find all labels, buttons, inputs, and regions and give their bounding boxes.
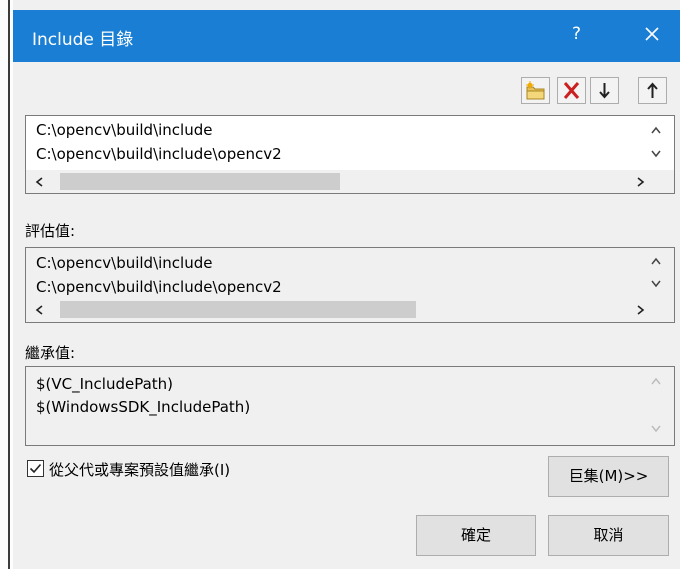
move-up-icon (647, 82, 658, 98)
chevron-up-icon (651, 257, 661, 265)
new-line-button[interactable] (521, 77, 550, 104)
close-button[interactable] (641, 22, 663, 46)
ok-button[interactable]: 確定 (416, 515, 536, 556)
chevron-down-icon (651, 150, 661, 158)
chevron-right-icon (637, 305, 645, 315)
close-icon (645, 27, 659, 41)
move-down-button[interactable] (590, 77, 619, 104)
scroll-thumb[interactable] (60, 173, 340, 190)
inherited-label: 繼承值: (25, 344, 76, 362)
scroll-down-arrow[interactable] (648, 276, 664, 292)
inherited-list: $(VC_IncludePath) $(WindowsSDK_IncludePa… (25, 366, 675, 446)
include-directories-dialog: Include 目錄 ? C:\opencv\build\include C:\… (13, 0, 680, 569)
chevron-right-icon (637, 177, 645, 187)
list-item: C:\opencv\build\include\opencv2 (36, 278, 282, 296)
new-folder-icon (526, 81, 545, 100)
help-button[interactable]: ? (572, 24, 581, 44)
scroll-down-arrow (648, 421, 664, 437)
background-window-edge (0, 0, 13, 569)
chevron-left-icon (35, 305, 43, 315)
scroll-up-arrow (648, 373, 664, 389)
scroll-thumb[interactable] (60, 301, 416, 318)
inherit-checkbox-label[interactable]: 從父代或專案預設值繼承(I) (49, 459, 230, 480)
dialog-title: Include 目錄 (32, 30, 134, 50)
list-item: $(VC_IncludePath) (36, 375, 174, 393)
move-up-button[interactable] (638, 77, 667, 104)
cancel-button[interactable]: 取消 (548, 515, 669, 556)
delete-icon (563, 82, 580, 99)
macros-button[interactable]: 巨集(M)>> (548, 456, 669, 497)
list-item[interactable]: C:\opencv\build\include (36, 121, 212, 139)
directory-edit-list[interactable]: C:\opencv\build\include C:\opencv\build\… (25, 115, 675, 194)
chevron-left-icon (35, 177, 43, 187)
chevron-down-icon (651, 425, 661, 433)
horizontal-scrollbar[interactable] (26, 298, 674, 321)
chevron-up-icon (651, 377, 661, 385)
scroll-up-arrow[interactable] (648, 122, 664, 138)
delete-line-button[interactable] (557, 77, 586, 104)
list-item: C:\opencv\build\include (36, 254, 213, 272)
evaluated-label: 評估值: (25, 222, 76, 240)
move-down-icon (599, 83, 610, 99)
scroll-up-arrow[interactable] (648, 253, 664, 269)
evaluated-list: C:\opencv\build\include C:\opencv\build\… (25, 247, 675, 323)
chevron-down-icon (651, 280, 661, 288)
title-bar: Include 目錄 ? (13, 10, 680, 62)
list-item[interactable]: C:\opencv\build\include\opencv2 (36, 145, 282, 163)
chevron-up-icon (651, 126, 661, 134)
checkmark-icon (29, 463, 42, 474)
inherit-checkbox[interactable] (27, 460, 44, 477)
list-item: $(WindowsSDK_IncludePath) (36, 398, 251, 416)
scroll-down-arrow[interactable] (648, 146, 664, 162)
horizontal-scrollbar[interactable] (26, 170, 674, 193)
